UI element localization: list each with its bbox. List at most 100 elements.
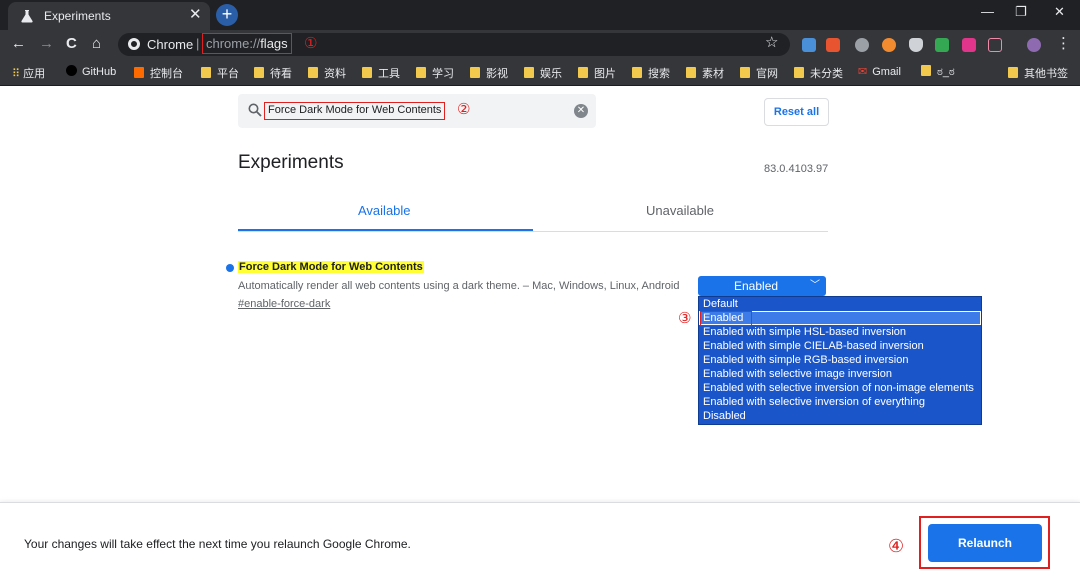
cat-icon[interactable] (988, 38, 1002, 52)
folder-icon (794, 67, 804, 78)
site-label: Chrome (147, 37, 194, 52)
toolbar: ← → C ⌂ Chrome | chrome://flags ① ☆ ⋮ (0, 30, 1080, 59)
bookmark-github[interactable]: GitHub (66, 65, 116, 78)
bookmark-star-icon[interactable]: ☆ (765, 33, 778, 51)
home-icon[interactable]: ⌂ (92, 34, 101, 54)
bookmark-folder[interactable]: 工具 (362, 65, 400, 81)
reset-all-button[interactable]: Reset all (764, 98, 829, 126)
close-window-icon[interactable]: ✕ (1054, 4, 1065, 20)
flags-tabs: Available Unavailable (238, 198, 828, 232)
bookmark-console[interactable]: 控制台 (134, 65, 183, 81)
options-dropdown: Default Enabled Enabled with simple HSL-… (698, 296, 982, 425)
folder-icon (362, 67, 372, 78)
annotation-1: ① (304, 35, 318, 52)
experiment-permalink[interactable]: #enable-force-dark (238, 298, 330, 310)
folder-icon (578, 67, 588, 78)
bookmark-folder[interactable]: 搜索 (632, 65, 670, 81)
avatar[interactable] (1027, 38, 1041, 52)
select-value: Enabled (734, 279, 779, 293)
folder-icon (686, 67, 696, 78)
bookmarks-bar: ⠿ 应用 GitHub 控制台 平台 待看 资料 工具 学习 影视 娱乐 图片 … (0, 59, 1080, 86)
bookmark-gmail[interactable]: ✉ Gmail (858, 65, 901, 78)
bookmark-folder[interactable]: 未分类 (794, 65, 843, 81)
relaunch-message: Your changes will take effect the next t… (24, 537, 411, 551)
search-input[interactable]: Force Dark Mode for Web Contents (264, 102, 446, 120)
folder-icon (254, 67, 264, 78)
option-item[interactable]: Default (699, 297, 981, 311)
option-item[interactable]: Enabled with simple HSL-based inversion (699, 325, 981, 339)
bookmark-folder[interactable]: 官网 (740, 65, 778, 81)
bookmark-folder[interactable]: 待看 (254, 65, 292, 81)
url-path: flags (260, 36, 288, 51)
browser-tab[interactable]: Experiments ✕ (8, 2, 210, 30)
experiment-select[interactable]: Enabled ﹀ (698, 276, 826, 296)
option-item[interactable]: Enabled with simple CIELAB-based inversi… (699, 339, 981, 353)
forward-icon[interactable]: → (39, 34, 54, 54)
restore-icon[interactable]: ❐ (1015, 4, 1027, 20)
folder-icon (632, 67, 642, 78)
github-icon (66, 65, 77, 76)
reload-icon[interactable]: C (66, 34, 77, 54)
bookmark-folder[interactable]: 资料 (308, 65, 346, 81)
annotation-3: ③ (678, 310, 692, 327)
bookmark-folder[interactable]: ಠ_ಠ (921, 65, 955, 79)
folder-icon (201, 67, 211, 78)
folder-icon (1008, 67, 1018, 78)
bookmark-folder[interactable]: 图片 (578, 65, 616, 81)
relaunch-footer: Your changes will take effect the next t… (0, 502, 1080, 581)
experiment-title: Force Dark Mode for Web Contents (238, 261, 424, 273)
option-item[interactable]: Enabled with selective inversion of ever… (699, 395, 981, 409)
clear-search-icon[interactable]: ✕ (574, 104, 588, 118)
flags-page: Force Dark Mode for Web Contents ② ✕ Res… (0, 86, 1080, 581)
apps-shortcut[interactable]: ⠿ 应用 (12, 65, 45, 81)
relaunch-button[interactable]: Relaunch (928, 524, 1042, 562)
folder-icon (921, 65, 931, 76)
mail-icon: ✉ (858, 66, 868, 78)
extension-icon[interactable] (855, 38, 869, 52)
modified-indicator (226, 264, 234, 272)
extension-icon[interactable] (826, 38, 840, 52)
shield-icon[interactable] (909, 38, 923, 52)
extension-icon[interactable] (962, 38, 976, 52)
menu-icon[interactable]: ⋮ (1056, 34, 1071, 52)
address-bar[interactable]: Chrome | chrome://flags ① (118, 33, 790, 56)
folder-icon (470, 67, 480, 78)
bookmark-folder[interactable]: 娱乐 (524, 65, 562, 81)
bookmark-folder[interactable]: 素材 (686, 65, 724, 81)
active-tab-indicator (238, 229, 533, 231)
page-title: Experiments (238, 152, 344, 173)
minimize-icon[interactable]: — (981, 4, 994, 19)
folder-icon (524, 67, 534, 78)
extension-icon[interactable] (935, 38, 949, 52)
tab-available[interactable]: Available (358, 203, 411, 218)
bookmark-folder[interactable]: 影视 (470, 65, 508, 81)
bookmark-folder[interactable]: 学习 (416, 65, 454, 81)
flask-icon (21, 10, 33, 23)
tab-unavailable[interactable]: Unavailable (646, 203, 714, 218)
annotation-4: ④ (888, 536, 905, 556)
extension-icon[interactable] (802, 38, 816, 52)
bookmark-folder[interactable]: 平台 (201, 65, 239, 81)
folder-icon (416, 67, 426, 78)
option-item[interactable]: Enabled with selective inversion of non-… (699, 381, 981, 395)
search-icon (248, 103, 262, 117)
new-tab-button[interactable]: + (216, 4, 238, 26)
extension-icon[interactable] (882, 38, 896, 52)
chrome-icon (128, 38, 140, 50)
url-text[interactable]: chrome://flags (202, 33, 292, 54)
option-item[interactable]: Enabled with simple RGB-based inversion (699, 353, 981, 367)
option-item[interactable]: Enabled with selective image inversion (699, 367, 981, 381)
annotation-box (700, 311, 752, 326)
chevron-down-icon: ﹀ (810, 280, 820, 291)
flags-search[interactable]: Force Dark Mode for Web Contents ② ✕ (238, 94, 596, 128)
version-label: 83.0.4103.97 (764, 163, 829, 175)
experiment-description: Automatically render all web contents us… (238, 280, 680, 292)
console-icon (134, 67, 144, 78)
tab-title: Experiments (44, 9, 111, 23)
option-item[interactable]: Disabled (699, 409, 981, 423)
close-tab-icon[interactable]: ✕ (189, 6, 202, 24)
folder-icon (308, 67, 318, 78)
bookmark-other[interactable]: 其他书签 (1008, 65, 1068, 81)
url-separator: | (196, 36, 200, 51)
back-icon[interactable]: ← (11, 34, 26, 54)
